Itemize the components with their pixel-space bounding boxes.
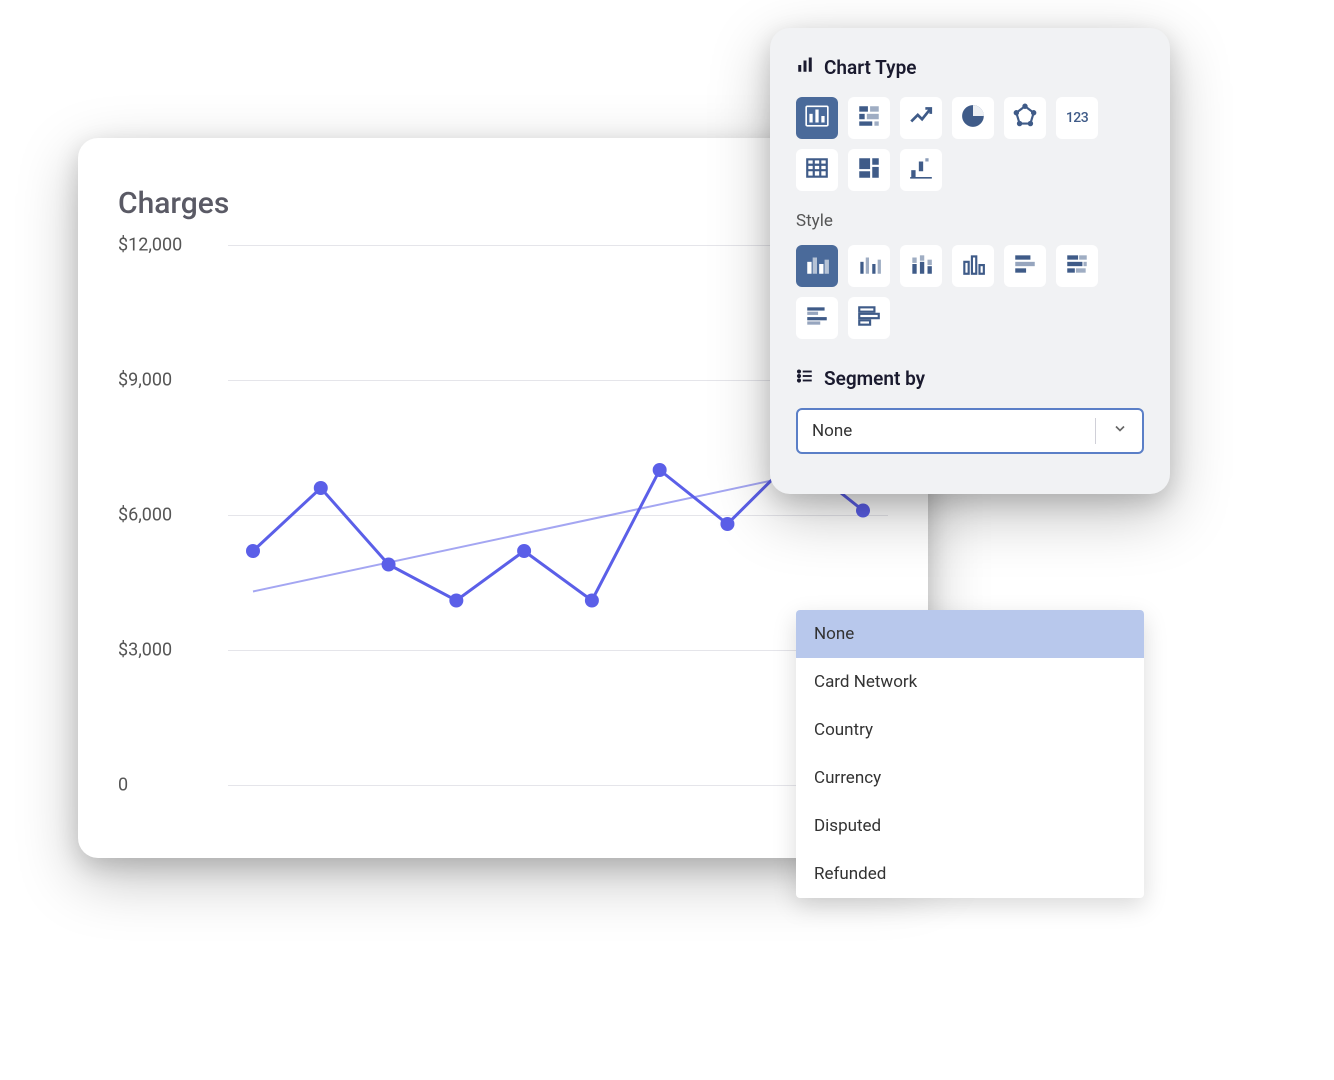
segment-select-value: None	[812, 421, 852, 441]
chart-type-radar-button[interactable]	[1004, 97, 1046, 139]
style-label: Style	[796, 211, 1144, 231]
data-point	[314, 481, 328, 495]
settings-panel: Chart Type 123 Style Segment by None Non…	[770, 28, 1170, 494]
style-horizontal-d-button[interactable]	[848, 297, 890, 339]
y-tick-label: $12,000	[118, 235, 182, 256]
segment-label: Segment by	[824, 367, 925, 390]
gridline	[228, 785, 888, 786]
style-horizontal-b-button[interactable]	[1056, 245, 1098, 287]
data-point	[585, 594, 599, 608]
data-point	[246, 544, 260, 558]
chart-type-stacked-bar-button[interactable]	[848, 97, 890, 139]
horizontal-a-icon	[1012, 251, 1038, 281]
chart-type-number-button[interactable]: 123	[1056, 97, 1098, 139]
y-tick-label: 0	[118, 775, 128, 796]
style-outlined-vertical-button[interactable]	[952, 245, 994, 287]
horizontal-d-icon	[856, 303, 882, 333]
chart-type-heading: Chart Type	[796, 56, 1144, 79]
chevron-down-icon	[1112, 421, 1128, 442]
style-grid	[796, 245, 1144, 339]
data-point	[449, 594, 463, 608]
segment-heading: Segment by	[796, 367, 1144, 390]
stacked-vertical-icon	[908, 251, 934, 281]
data-point	[720, 517, 734, 531]
style-horizontal-c-button[interactable]	[796, 297, 838, 339]
table-icon	[804, 155, 830, 185]
segment-option-none[interactable]: None	[796, 610, 1144, 658]
style-separated-vertical-button[interactable]	[848, 245, 890, 287]
y-tick-label: $9,000	[118, 370, 172, 391]
grouped-vertical-icon	[804, 251, 830, 281]
list-icon	[796, 367, 814, 390]
chart-type-label: Chart Type	[824, 56, 916, 79]
chart-type-table-button[interactable]	[796, 149, 838, 191]
treemap-icon	[856, 155, 882, 185]
data-point	[382, 558, 396, 572]
segment-option-disputed[interactable]: Disputed	[796, 802, 1144, 850]
horizontal-c-icon	[804, 303, 830, 333]
style-stacked-vertical-button[interactable]	[900, 245, 942, 287]
pie-icon	[960, 103, 986, 133]
y-tick-label: $6,000	[118, 505, 172, 526]
style-grouped-vertical-button[interactable]	[796, 245, 838, 287]
data-point	[856, 504, 870, 518]
chart-type-pie-button[interactable]	[952, 97, 994, 139]
chart-type-treemap-button[interactable]	[848, 149, 890, 191]
segment-option-refunded[interactable]: Refunded	[796, 850, 1144, 898]
chart-type-line-button[interactable]	[900, 97, 942, 139]
line-icon	[908, 103, 934, 133]
segment-option-country[interactable]: Country	[796, 706, 1144, 754]
select-divider	[1095, 418, 1096, 444]
bar-icon	[804, 103, 830, 133]
bar-chart-icon	[796, 56, 814, 79]
waterfall-icon	[908, 155, 934, 185]
segment-dropdown: NoneCard NetworkCountryCurrencyDisputedR…	[796, 610, 1144, 898]
y-tick-label: $3,000	[118, 640, 172, 661]
style-horizontal-a-button[interactable]	[1004, 245, 1046, 287]
separated-vertical-icon	[856, 251, 882, 281]
chart-type-bar-button[interactable]	[796, 97, 838, 139]
number-icon: 123	[1066, 110, 1088, 126]
stacked-bar-icon	[856, 103, 882, 133]
segment-option-card-network[interactable]: Card Network	[796, 658, 1144, 706]
segment-select[interactable]: None	[796, 408, 1144, 454]
data-point	[517, 544, 531, 558]
chart-type-grid: 123	[796, 97, 1144, 191]
horizontal-b-icon	[1064, 251, 1090, 281]
segment-option-currency[interactable]: Currency	[796, 754, 1144, 802]
outlined-vertical-icon	[960, 251, 986, 281]
radar-icon	[1012, 103, 1038, 133]
data-point	[653, 463, 667, 477]
chart-type-waterfall-button[interactable]	[900, 149, 942, 191]
